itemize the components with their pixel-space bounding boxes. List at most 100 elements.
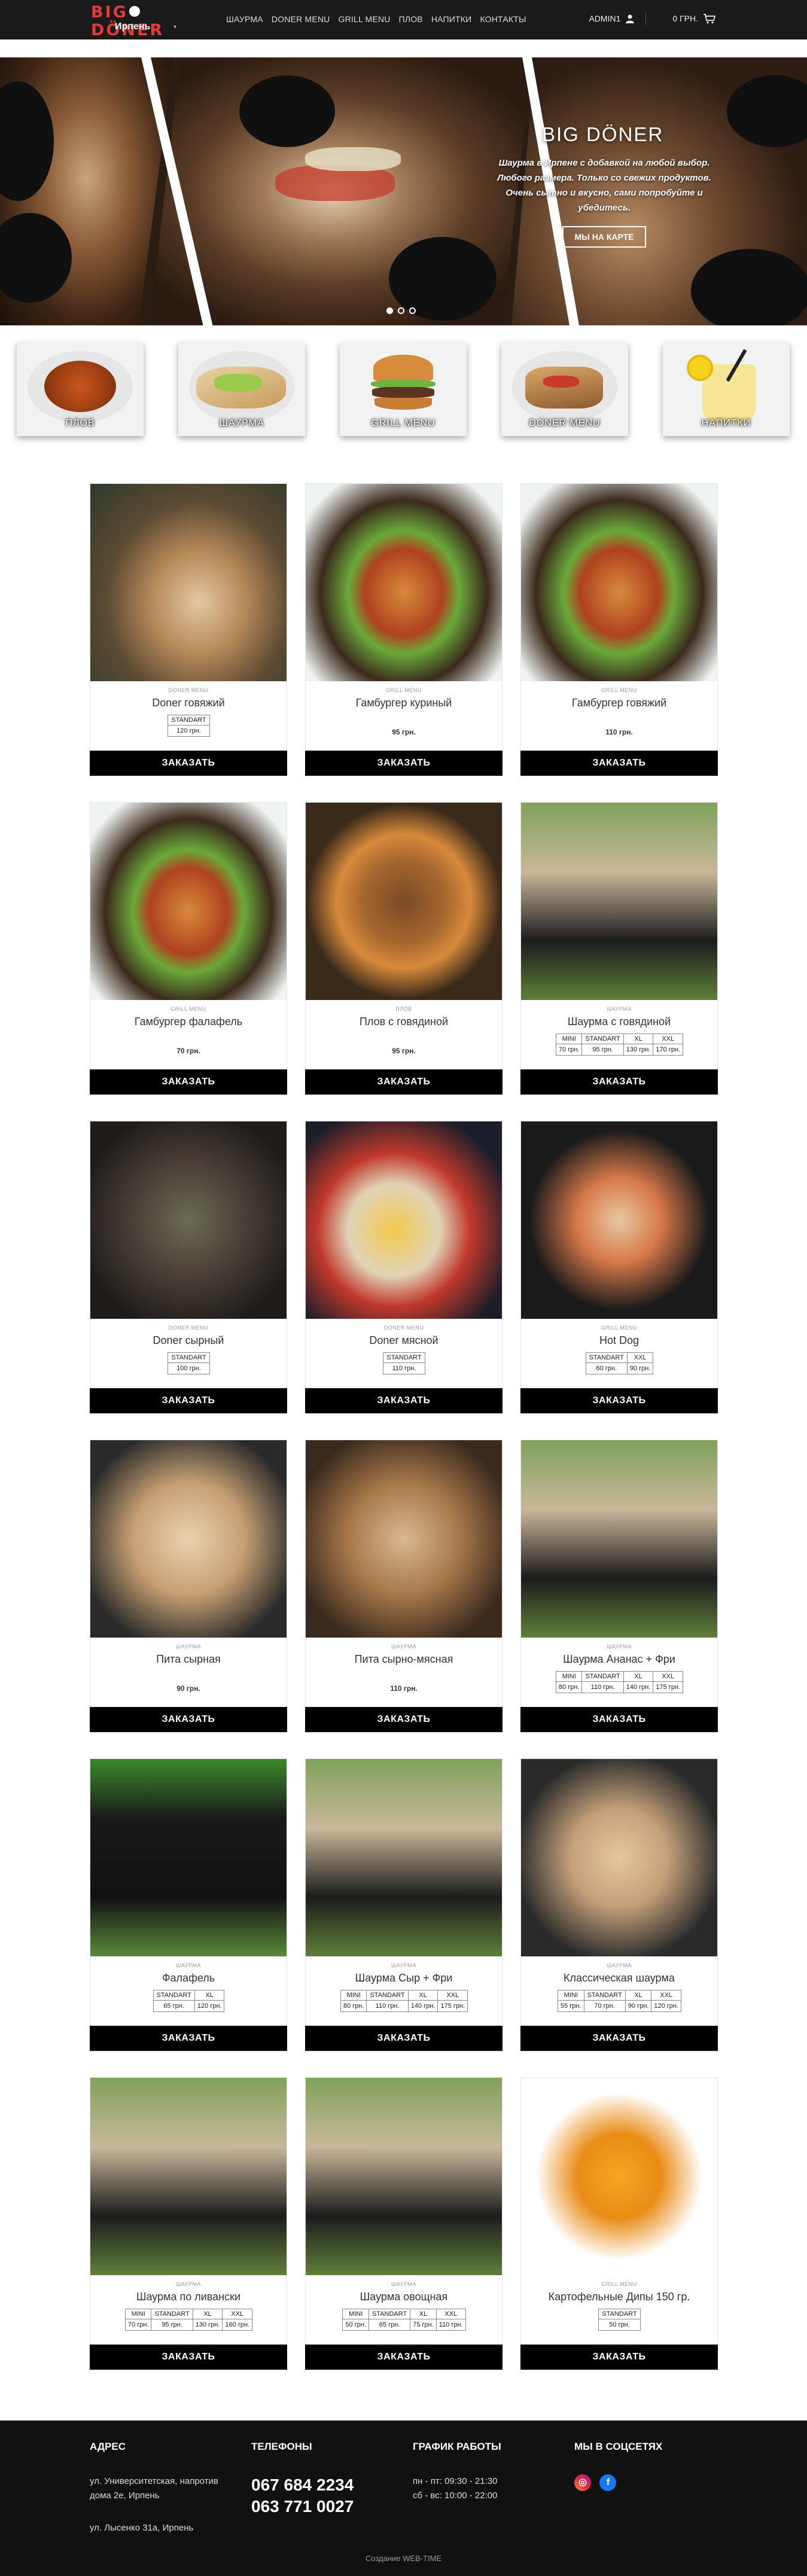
footer-credit[interactable]: Создание WEB-TIME [0, 2554, 807, 2563]
product-image[interactable] [90, 1440, 287, 1638]
product-image[interactable] [521, 1759, 717, 1956]
chevron-down-icon[interactable]: ▾ [173, 24, 176, 31]
size-option[interactable]: MINI 55 грн. [557, 1990, 584, 2012]
product-category[interactable]: ШАУРМА [306, 1644, 502, 1650]
product-name[interactable]: Пита сырная [90, 1653, 287, 1666]
size-option[interactable]: XL 75 грн. [410, 2309, 437, 2331]
product-image[interactable] [90, 803, 287, 1000]
order-button[interactable]: ЗАКАЗАТЬ [90, 751, 287, 776]
slider-dot-3[interactable] [409, 307, 416, 314]
city-selector[interactable]: Ирпень [115, 22, 150, 32]
product-category[interactable]: ШАУРМА [90, 1962, 287, 1968]
product-card[interactable]: ШАУРМА Классическая шаурма MINI 55 грн. STAN… [520, 1758, 718, 2051]
category-tile-shaurma[interactable]: ШАУРМА [178, 343, 305, 436]
size-option[interactable]: XXL 110 грн. [436, 2309, 466, 2331]
product-name[interactable]: Картофельные Дипы 150 гр. [521, 2291, 717, 2303]
product-category[interactable]: ШАУРМА [306, 1962, 502, 1968]
size-option[interactable]: XL 130 грн. [623, 1034, 654, 1056]
size-option[interactable]: XXL 175 грн. [653, 1671, 684, 1693]
size-option[interactable]: MINI 50 грн. [342, 2309, 369, 2331]
product-image[interactable] [90, 484, 287, 681]
size-option[interactable]: STANDART 120 грн. [168, 715, 210, 737]
size-option[interactable]: STANDART 65 грн. [368, 2309, 411, 2331]
product-card[interactable]: GRILL MENU Гамбургер куриный 95 грн. ЗАКАЗА… [305, 483, 503, 776]
size-option[interactable]: XL 140 грн. [623, 1671, 654, 1693]
product-name[interactable]: Шаурма Ананас + Фри [521, 1653, 717, 1666]
product-category[interactable]: GRILL MENU [521, 1325, 717, 1331]
slider-dot-2[interactable] [398, 307, 404, 314]
phone-2[interactable]: 063 771 0027 [251, 2496, 354, 2517]
product-image[interactable] [306, 2078, 502, 2275]
order-button[interactable]: ЗАКАЗАТЬ [90, 1069, 287, 1095]
cart-total[interactable]: 0 ГРН. [672, 14, 698, 23]
product-card[interactable]: DONER MENU Doner говяжий STANDART 120 грн. З… [90, 483, 287, 776]
size-option[interactable]: MINI 80 грн. [340, 1990, 367, 2012]
product-image[interactable] [521, 1440, 717, 1638]
nav-item-doner-menu[interactable]: DONER MENU [272, 14, 330, 24]
product-card[interactable]: GRILL MENU Гамбургер говяжий 110 грн. ЗАКАЗ… [520, 483, 718, 776]
product-image[interactable] [90, 2078, 287, 2275]
order-button[interactable]: ЗАКАЗАТЬ [305, 1069, 503, 1095]
product-image[interactable] [521, 2078, 717, 2275]
nav-item-contacts[interactable]: КОНТАКТЫ [480, 14, 526, 24]
product-card[interactable]: DONER MENU Doner мясной STANDART 110 грн. ЗА… [305, 1121, 503, 1414]
product-name[interactable]: Пита сырно-мясная [306, 1653, 502, 1666]
product-category[interactable]: ШАУРМА [521, 1644, 717, 1650]
product-card[interactable]: ШАУРМА Шаурма с говядиной MINI 70 грн. STAND… [520, 802, 718, 1095]
order-button[interactable]: ЗАКАЗАТЬ [305, 751, 503, 776]
order-button[interactable]: ЗАКАЗАТЬ [305, 2026, 503, 2051]
product-image[interactable] [306, 484, 502, 681]
product-image[interactable] [521, 484, 717, 681]
product-image[interactable] [306, 1759, 502, 1956]
size-option[interactable]: MINI 70 грн. [555, 1034, 583, 1056]
size-option[interactable]: XXL 120 грн. [651, 1990, 682, 2012]
product-category[interactable]: GRILL MENU [306, 687, 502, 693]
category-tile-plov[interactable]: ПЛОВ [17, 343, 144, 436]
product-category[interactable]: DONER MENU [306, 1325, 502, 1331]
product-name[interactable]: Шаурма по ливански [90, 2291, 287, 2303]
product-image[interactable] [306, 1121, 502, 1319]
nav-item-grill-menu[interactable]: GRILL MENU [339, 14, 391, 24]
order-button[interactable]: ЗАКАЗАТЬ [520, 1707, 718, 1732]
product-name[interactable]: Плов с говядиной [306, 1016, 502, 1028]
size-option[interactable]: STANDART 50 грн. [598, 2309, 641, 2331]
product-card[interactable]: GRILL MENU Hot Dog STANDART 60 грн. XXL 90 гр… [520, 1121, 718, 1414]
product-card[interactable]: ШАУРМА Шаурма овощная MINI 50 грн. STANDART 6… [305, 2077, 503, 2370]
size-option[interactable]: STANDART 95 грн. [151, 2309, 193, 2331]
product-image[interactable] [90, 1121, 287, 1319]
order-button[interactable]: ЗАКАЗАТЬ [520, 2026, 718, 2051]
order-button[interactable]: ЗАКАЗАТЬ [520, 2345, 718, 2370]
product-category[interactable]: DONER MENU [90, 687, 287, 693]
product-category[interactable]: ШАУРМА [90, 1644, 287, 1650]
logo[interactable]: BIGDÖNER [91, 4, 211, 39]
product-card[interactable]: GRILL MENU Гамбургер фалафель 70 грн. ЗАКАЗ… [90, 802, 287, 1095]
phone-1[interactable]: 067 684 2234 [251, 2474, 354, 2496]
size-option[interactable]: XXL 170 грн. [653, 1034, 684, 1056]
user-icon[interactable] [625, 14, 635, 23]
product-card[interactable]: ПЛОВ Плов с говядиной 95 грн. ЗАКАЗАТЬ [305, 802, 503, 1095]
product-card[interactable]: ШАУРМА Шаурма Сыр + Фри MINI 80 грн. STANDAR… [305, 1758, 503, 2051]
size-option[interactable]: MINI 70 грн. [124, 2309, 152, 2331]
account-link[interactable]: ADMIN1 [589, 14, 620, 23]
product-name[interactable]: Doner сырный [90, 1334, 287, 1347]
nav-item-shaurma[interactable]: ШАУРМА [226, 14, 263, 24]
product-name[interactable]: Шаурма овощная [306, 2291, 502, 2303]
nav-item-plov[interactable]: ПЛОВ [399, 14, 423, 24]
size-option[interactable]: STANDART 65 грн. [153, 1990, 195, 2012]
facebook-icon[interactable]: f [599, 2474, 617, 2491]
order-button[interactable]: ЗАКАЗАТЬ [520, 1388, 718, 1413]
product-category[interactable]: ШАУРМА [90, 2281, 287, 2287]
product-name[interactable]: Гамбургер говяжий [521, 697, 717, 709]
size-option[interactable]: MINI 80 грн. [555, 1671, 583, 1693]
size-option[interactable]: XL 90 грн. [625, 1990, 652, 2012]
slider-dot-1[interactable] [386, 307, 393, 314]
product-image[interactable] [306, 1440, 502, 1638]
product-card[interactable]: DONER MENU Doner сырный STANDART 100 грн. ЗА… [90, 1121, 287, 1414]
cart-icon[interactable] [703, 13, 716, 24]
order-button[interactable]: ЗАКАЗАТЬ [305, 1707, 503, 1732]
product-name[interactable]: Шаурма с говядиной [521, 1016, 717, 1028]
product-category[interactable]: GRILL MENU [521, 687, 717, 693]
size-option[interactable]: STANDART 70 грн. [583, 1990, 626, 2012]
product-category[interactable]: GRILL MENU [90, 1006, 287, 1012]
product-category[interactable]: GRILL MENU [521, 2281, 717, 2287]
